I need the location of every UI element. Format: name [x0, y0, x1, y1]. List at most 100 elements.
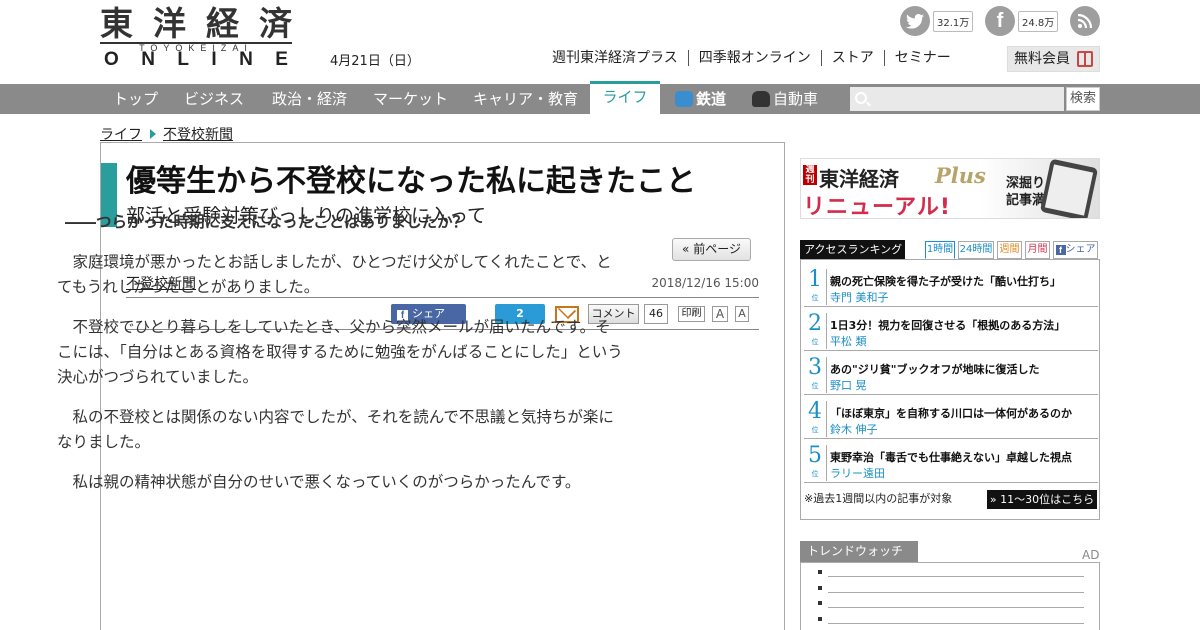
search-button[interactable]: 検索 [1066, 87, 1100, 111]
ranking-title: アクセスランキング [800, 240, 905, 260]
facebook-follow[interactable]: f 24.8万 [985, 6, 1059, 36]
rank-number: 5 [808, 443, 822, 468]
bullet-icon [818, 570, 822, 574]
trend-watch-list [800, 562, 1100, 630]
current-date: 4月21日（日） [330, 54, 420, 69]
rss-link[interactable] [1070, 6, 1100, 36]
logo-online: O N L I N E [100, 50, 292, 70]
twitter-follow[interactable]: 32.1万 [900, 6, 974, 36]
logo-char: N [239, 49, 253, 70]
twitter-icon[interactable] [900, 6, 930, 36]
logo-char: O [104, 49, 119, 70]
weekly-plus-banner[interactable]: 週刊 東洋経済 Plus リニューアル! 深掘り 記事満載 [800, 158, 1100, 219]
smartphone-icon [1039, 159, 1099, 218]
trend-item-placeholder[interactable] [818, 615, 1084, 624]
article-body: ――つらかった時期に支えになったことはありましたか？ 家庭環境が悪かったとお話し… [57, 210, 625, 510]
search-input[interactable] [850, 87, 1064, 111]
rank-author[interactable]: 鈴木 伸子 [830, 421, 878, 437]
free-member-button[interactable]: 無料会員 [1007, 46, 1100, 72]
ranking-tab-share-label: シェア [1065, 244, 1096, 255]
logo-char: 東 [100, 4, 133, 43]
ranking-tab-weekly[interactable]: 週間 [997, 241, 1022, 259]
bullet-icon [818, 601, 822, 605]
car-icon [752, 91, 770, 107]
font-small-button[interactable]: A [735, 306, 749, 322]
nav-politics-economy[interactable]: 政治・経済 [272, 84, 347, 114]
trend-item-placeholder[interactable] [818, 584, 1084, 593]
train-icon [675, 91, 693, 107]
rank-suffix: 位 [811, 294, 819, 302]
topnav-shikiho[interactable]: 四季報オンライン [687, 50, 821, 66]
rank-separator [826, 269, 827, 305]
topnav-seminar[interactable]: セミナー [883, 50, 961, 66]
breadcrumb-futoko-shinbun[interactable]: 不登校新聞 [163, 124, 233, 144]
ranking-item[interactable]: 3 位 あの"ジリ貧"ブックオフが地味に復活した 野口 晃 [804, 353, 1098, 395]
trend-item-placeholder[interactable] [818, 599, 1084, 608]
rank-headline[interactable]: 親の死亡保険を得た子が受けた「酷い仕打ち」 [830, 273, 1061, 289]
rss-icon[interactable] [1070, 6, 1100, 36]
rank-author[interactable]: ラリー遠田 [830, 465, 885, 481]
print-button[interactable]: 印刷 [678, 306, 705, 322]
nav-business[interactable]: ビジネス [184, 84, 244, 114]
rank-number: 3 [808, 355, 822, 380]
nav-top[interactable]: トップ [113, 84, 158, 114]
ranking-list: 1 位 親の死亡保険を得た子が受けた「酷い仕打ち」 寺門 美和子 2 位 1日3… [800, 259, 1100, 520]
interview-question: ――つらかった時期に支えになったことはありましたか？ [65, 213, 469, 231]
facebook-icon[interactable]: f [985, 6, 1015, 36]
ranking-tab-monthly[interactable]: 月間 [1025, 241, 1050, 259]
ranking-item[interactable]: 1 位 親の死亡保険を得た子が受けた「酷い仕打ち」 寺門 美和子 [804, 265, 1098, 307]
rank-headline[interactable]: 1日3分！視力を回復させる「根拠のある方法」 [830, 317, 1065, 333]
ranking-item[interactable]: 4 位 「ほぼ東京」を自称する川口は一体何があるのか 鈴木 伸子 [804, 397, 1098, 439]
ranking-header: アクセスランキング 1時間 24時間 週間 月間 f シェア [800, 240, 1100, 260]
rank-headline[interactable]: 「ほぼ東京」を自称する川口は一体何があるのか [830, 405, 1072, 421]
paragraph: 私は親の精神状態が自分のせいで悪くなっていくのがつらかったんです。 [72, 473, 581, 491]
ranking-tab-share[interactable]: f シェア [1053, 241, 1098, 259]
ranking-item[interactable]: 5 位 東野幸治「毒舌でも仕事絶えない」卓越した視点 ラリー遠田 [804, 441, 1098, 483]
nav-automobile[interactable]: 自動車 [752, 84, 818, 114]
rank-headline[interactable]: 東野幸治「毒舌でも仕事絶えない」卓越した視点 [830, 449, 1072, 465]
twitter-count: 32.1万 [933, 10, 974, 32]
paragraph: 家庭環境が悪かったとお話しましたが、ひとつだけ父がしてくれたことで、とてもうれし… [57, 253, 612, 296]
trend-watch-title: トレンドウォッチ [800, 541, 918, 562]
comment-count: 46 [644, 304, 668, 324]
ranking-tab-1hour[interactable]: 1時間 [925, 241, 955, 259]
rank-headline[interactable]: あの"ジリ貧"ブックオフが地味に復活した [830, 361, 1039, 377]
ad-label: AD [1082, 548, 1100, 562]
banner-weekly-badge: 週刊 [803, 165, 817, 185]
logo-char: 洋 [153, 4, 186, 43]
bullet-icon [818, 586, 822, 590]
logo-char: 済 [259, 4, 292, 43]
rank-separator [826, 357, 827, 393]
breadcrumb-life[interactable]: ライフ [100, 124, 142, 144]
rank-suffix: 位 [811, 470, 819, 478]
nav-life[interactable]: ライフ [590, 81, 660, 114]
underline [828, 592, 1084, 593]
nav-career-education[interactable]: キャリア・教育 [473, 84, 578, 114]
paragraph: 私の不登校とは関係のない内容でしたが、それを読んで不思議と気持ちが楽になりました… [57, 408, 614, 451]
top-nav: 週刊東洋経済プラス 四季報オンライン ストア セミナー [552, 50, 961, 66]
rank-author[interactable]: 寺門 美和子 [830, 289, 889, 305]
facebook-count: 24.8万 [1018, 10, 1059, 32]
rank-separator [826, 313, 827, 349]
rank-number: 4 [808, 399, 822, 424]
logo-char: E [275, 49, 288, 70]
banner-brand: 東洋経済 [819, 167, 899, 191]
rank-author[interactable]: 平松 類 [830, 333, 867, 349]
font-large-button[interactable]: A [712, 306, 728, 322]
ranking-item[interactable]: 2 位 1日3分！視力を回復させる「根拠のある方法」 平松 類 [804, 309, 1098, 351]
member-label: 無料会員 [1014, 51, 1070, 67]
nav-automobile-label: 自動車 [773, 90, 819, 108]
trend-item-placeholder[interactable] [818, 568, 1084, 577]
site-logo[interactable]: 東 洋 経 済 TOYOKEIZAI O N L I N E [100, 6, 292, 70]
ranking-more-button[interactable]: » 11～30位はこちら [987, 490, 1097, 509]
logo-char: 経 [206, 4, 239, 43]
nav-market[interactable]: マーケット [373, 84, 448, 114]
nav-railway[interactable]: 鉄道 [675, 84, 726, 114]
topnav-store[interactable]: ストア [820, 50, 884, 66]
ranking-note: ※過去1週間以内の記事が対象 [804, 492, 953, 505]
topnav-weekly-plus[interactable]: 週刊東洋経済プラス [552, 50, 688, 66]
ranking-tab-24hours[interactable]: 24時間 [958, 241, 994, 259]
underline [828, 623, 1084, 624]
prev-page-button[interactable]: « 前ページ [672, 238, 751, 261]
rank-author[interactable]: 野口 晃 [830, 377, 867, 393]
